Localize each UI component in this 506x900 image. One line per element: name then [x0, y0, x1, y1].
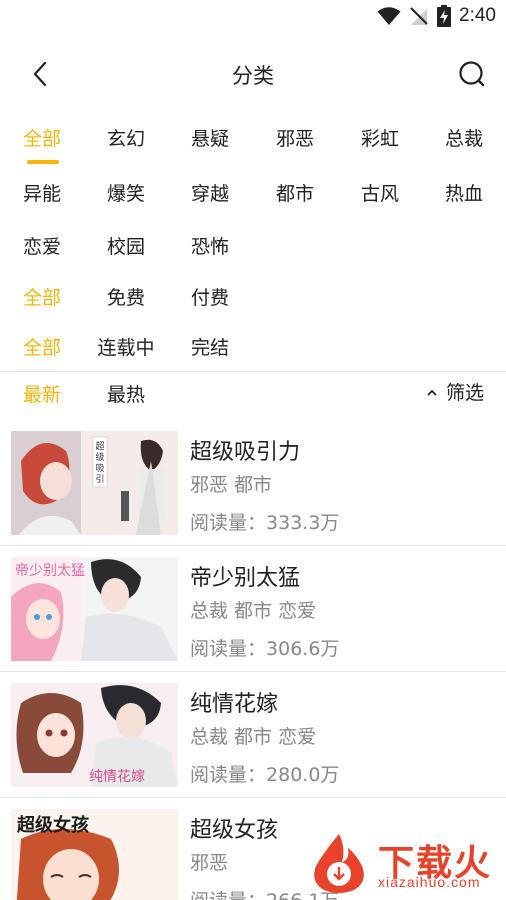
comic-cover[interactable]: 超级女孩: [11, 809, 178, 900]
svg-text:吸: 吸: [95, 463, 104, 474]
genre-campus[interactable]: 校园: [84, 226, 168, 268]
svg-text:帝少别太猛: 帝少别太猛: [15, 563, 85, 579]
svg-text:超: 超: [95, 440, 104, 452]
genre-ceo[interactable]: 总裁: [422, 118, 506, 160]
price-all[interactable]: 全部: [0, 277, 84, 319]
filter-toggle-label: 筛选: [445, 382, 484, 404]
genre-comedy[interactable]: 爆笑: [84, 173, 168, 215]
price-paid[interactable]: 付费: [168, 277, 252, 319]
search-button[interactable]: [456, 58, 488, 90]
no-signal-icon: [410, 7, 428, 25]
comic-list: 超 级 吸 引 超级吸引力 邪恶 都市 阅读量：333.3万 帝少别太猛 帝少别…: [0, 420, 506, 900]
genre-evil[interactable]: 邪恶: [253, 118, 337, 160]
genre-ancient[interactable]: 古风: [338, 173, 422, 215]
sort-row: 最新 最热 筛选: [0, 374, 506, 416]
active-underline: [27, 160, 59, 164]
genre-row-1: 全部 玄幻 悬疑 邪恶 彩虹 总裁: [0, 118, 506, 173]
watermark-logo: 下载火 xiazaihuo.com: [300, 832, 500, 894]
filter-panel: 全部 玄幻 悬疑 邪恶 彩虹 总裁 异能 爆笑 穿越 都市 古风 热血 恋爱 校…: [0, 118, 506, 377]
comic-reads: 阅读量：280.0万: [190, 760, 339, 787]
status-time: 2:40: [459, 5, 496, 26]
list-item[interactable]: 帝少别太猛 帝少别太猛 总裁 都市 恋爱 阅读量：306.6万: [0, 546, 506, 672]
svg-text:纯情花嫁: 纯情花嫁: [89, 769, 145, 785]
genre-all[interactable]: 全部: [0, 118, 84, 160]
genre-fantasy[interactable]: 玄幻: [84, 118, 168, 160]
status-all[interactable]: 全部: [0, 327, 84, 369]
comic-reads: 阅读量：333.3万: [190, 508, 339, 535]
battery-charging-icon: [437, 5, 452, 27]
genre-romance[interactable]: 恋爱: [0, 226, 84, 268]
genre-rainbow[interactable]: 彩虹: [338, 118, 422, 160]
list-item[interactable]: 超 级 吸 引 超级吸引力 邪恶 都市 阅读量：333.3万: [0, 420, 506, 546]
svg-text:级: 级: [95, 451, 104, 463]
sort-newest[interactable]: 最新: [0, 374, 84, 416]
svg-text:引: 引: [95, 474, 104, 485]
status-icons: 2:40: [377, 5, 496, 27]
status-row: 全部 连载中 完结: [0, 327, 506, 377]
comic-title[interactable]: 帝少别太猛: [190, 560, 300, 592]
reads-count: 306.6万: [266, 638, 340, 660]
comic-cover[interactable]: 纯情花嫁: [11, 683, 178, 787]
list-item[interactable]: 纯情花嫁 纯情花嫁 总裁 都市 恋爱 阅读量：280.0万: [0, 672, 506, 798]
genre-mystery[interactable]: 悬疑: [168, 118, 252, 160]
page-title: 分类: [232, 64, 274, 88]
reads-label: 阅读量：: [190, 764, 267, 786]
genre-horror[interactable]: 恐怖: [168, 226, 252, 268]
comic-title[interactable]: 纯情花嫁: [190, 686, 278, 718]
comic-tags: 邪恶 都市: [190, 474, 273, 496]
genre-row-2: 异能 爆笑 穿越 都市 古风 热血: [0, 173, 506, 226]
comic-tags: 总裁 都市 恋爱: [190, 726, 317, 748]
filter-divider: [0, 371, 506, 372]
filter-toggle-button[interactable]: 筛选: [426, 374, 484, 412]
status-ongoing[interactable]: 连载中: [84, 327, 168, 369]
status-bar: 2:40: [0, 0, 506, 34]
comic-tags: 邪恶: [190, 852, 229, 874]
genre-urban[interactable]: 都市: [253, 173, 337, 215]
price-free[interactable]: 免费: [84, 277, 168, 319]
header: 分类: [0, 46, 506, 102]
comic-cover[interactable]: 帝少别太猛: [11, 557, 178, 661]
reads-count: 333.3万: [266, 512, 340, 534]
search-icon: [459, 61, 485, 87]
genre-hot-blooded[interactable]: 热血: [422, 173, 506, 215]
reads-label: 阅读量：: [190, 512, 267, 534]
sort-hottest[interactable]: 最热: [84, 374, 168, 416]
reads-label: 阅读量：: [190, 890, 266, 900]
reads-label: 阅读量：: [190, 638, 267, 660]
price-row: 全部 免费 付费: [0, 277, 506, 327]
status-completed[interactable]: 完结: [168, 327, 252, 369]
comic-title[interactable]: 超级吸引力: [190, 434, 300, 466]
genre-row-3: 恋爱 校园 恐怖: [0, 226, 506, 277]
svg-text:超级女孩: 超级女孩: [17, 814, 89, 836]
comic-title[interactable]: 超级女孩: [190, 812, 278, 844]
genre-superpower[interactable]: 异能: [0, 173, 84, 215]
wifi-icon: [377, 7, 401, 25]
reads-count: 280.0万: [266, 764, 340, 786]
comic-cover[interactable]: 超 级 吸 引: [11, 431, 178, 535]
comic-reads: 阅读量：306.6万: [190, 634, 339, 661]
comic-tags: 总裁 都市 恋爱: [190, 600, 317, 622]
flame-icon: [314, 834, 364, 893]
chevron-up-icon: [427, 389, 437, 396]
watermark-url: xiazaihuo.com: [378, 874, 481, 890]
genre-time-travel[interactable]: 穿越: [168, 173, 252, 215]
